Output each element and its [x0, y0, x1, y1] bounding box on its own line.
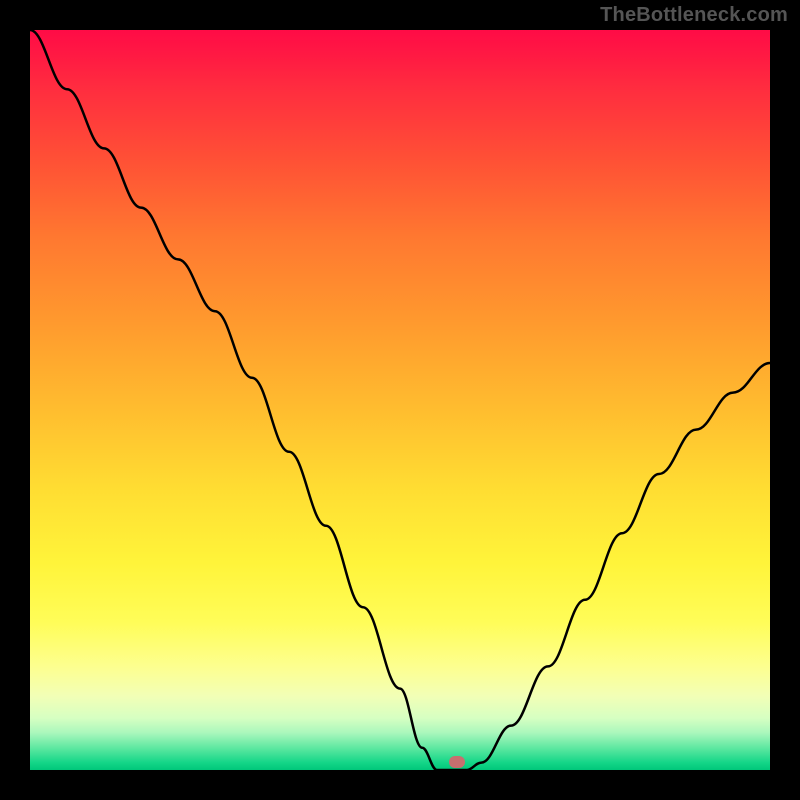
watermark-text: TheBottleneck.com [600, 4, 788, 27]
chart-frame: TheBottleneck.com [0, 0, 800, 800]
bottleneck-curve [30, 30, 770, 770]
curve-svg [30, 30, 770, 770]
optimum-marker [449, 756, 465, 768]
plot-area [30, 30, 770, 770]
